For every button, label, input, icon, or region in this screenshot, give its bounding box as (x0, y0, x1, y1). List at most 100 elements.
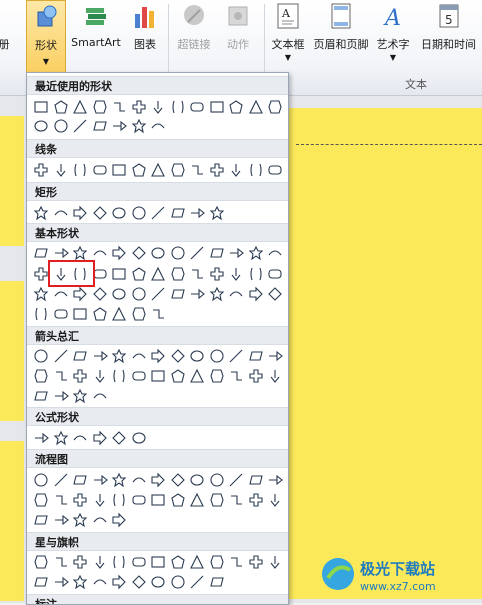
shape-icon[interactable] (52, 98, 70, 116)
shape-icon[interactable] (227, 553, 245, 571)
shape-icon[interactable] (32, 117, 50, 135)
chart-button[interactable]: 图表 (126, 0, 164, 70)
shape-icon[interactable] (52, 347, 70, 365)
shape-icon[interactable] (52, 429, 70, 447)
shape-icon[interactable] (208, 204, 226, 222)
shape-icon[interactable] (130, 204, 148, 222)
shape-icon[interactable] (227, 98, 245, 116)
shape-icon[interactable] (71, 573, 89, 591)
shape-icon[interactable] (52, 305, 70, 323)
shape-icon[interactable] (188, 553, 206, 571)
shape-icon[interactable] (52, 471, 70, 489)
shape-icon[interactable] (110, 285, 128, 303)
shape-icon[interactable] (188, 347, 206, 365)
shape-icon[interactable] (266, 367, 284, 385)
shape-icon[interactable] (247, 161, 265, 179)
shape-icon[interactable] (266, 265, 284, 283)
shape-icon[interactable] (52, 573, 70, 591)
shape-icon[interactable] (130, 553, 148, 571)
shape-icon[interactable] (91, 117, 109, 135)
shape-icon[interactable] (169, 204, 187, 222)
shape-icon[interactable] (110, 117, 128, 135)
shape-icon[interactable] (32, 553, 50, 571)
shape-icon[interactable] (247, 367, 265, 385)
slide-thumbnail[interactable] (0, 441, 24, 601)
shape-icon[interactable] (32, 347, 50, 365)
shape-icon[interactable] (52, 204, 70, 222)
shape-icon[interactable] (32, 367, 50, 385)
shape-icon[interactable] (169, 347, 187, 365)
shape-icon[interactable] (266, 161, 284, 179)
shape-icon[interactable] (130, 305, 148, 323)
shape-icon[interactable] (52, 285, 70, 303)
shape-icon[interactable] (91, 367, 109, 385)
shape-icon[interactable] (149, 265, 167, 283)
shape-icon[interactable] (130, 573, 148, 591)
shape-icon[interactable] (227, 244, 245, 262)
shape-icon[interactable] (188, 161, 206, 179)
shape-icon[interactable] (169, 553, 187, 571)
shape-icon[interactable] (208, 244, 226, 262)
shape-icon[interactable] (32, 471, 50, 489)
shape-icon[interactable] (227, 285, 245, 303)
shape-icon[interactable] (149, 573, 167, 591)
shape-icon[interactable] (208, 161, 226, 179)
shape-icon[interactable] (208, 367, 226, 385)
shape-icon[interactable] (71, 285, 89, 303)
shape-icon[interactable] (110, 553, 128, 571)
shape-icon[interactable] (130, 117, 148, 135)
shape-icon[interactable] (110, 305, 128, 323)
shape-icon[interactable] (188, 244, 206, 262)
slide-thumbnail[interactable] (0, 116, 24, 246)
shape-icon[interactable] (130, 98, 148, 116)
shape-icon[interactable] (52, 511, 70, 529)
shape-icon[interactable] (91, 573, 109, 591)
shape-icon[interactable] (149, 204, 167, 222)
hyperlink-button[interactable]: 超链接 (172, 0, 216, 70)
shape-icon[interactable] (110, 347, 128, 365)
shape-icon[interactable] (149, 305, 167, 323)
shape-icon[interactable] (169, 471, 187, 489)
shape-icon[interactable] (110, 204, 128, 222)
shape-icon[interactable] (149, 367, 167, 385)
shape-icon[interactable] (208, 265, 226, 283)
shape-icon[interactable] (266, 491, 284, 509)
shape-icon[interactable] (32, 491, 50, 509)
shape-icon[interactable] (32, 387, 50, 405)
shape-icon[interactable] (71, 491, 89, 509)
shape-icon[interactable] (91, 305, 109, 323)
textbox-button[interactable]: A 文本框 ▼ (268, 0, 308, 70)
shape-icon[interactable] (71, 367, 89, 385)
shape-icon[interactable] (149, 161, 167, 179)
shape-icon[interactable] (71, 347, 89, 365)
shape-icon[interactable] (130, 161, 148, 179)
shape-icon[interactable] (208, 491, 226, 509)
shape-icon[interactable] (149, 471, 167, 489)
shape-icon[interactable] (52, 367, 70, 385)
shape-icon[interactable] (110, 367, 128, 385)
shape-icon[interactable] (71, 471, 89, 489)
shape-icon[interactable] (266, 347, 284, 365)
shape-icon[interactable] (32, 204, 50, 222)
shape-icon[interactable] (169, 161, 187, 179)
datetime-button[interactable]: 5 日期和时间 (415, 0, 482, 70)
shape-icon[interactable] (110, 98, 128, 116)
shape-icon[interactable] (208, 285, 226, 303)
shape-icon[interactable] (149, 285, 167, 303)
shape-icon[interactable] (32, 98, 50, 116)
shape-icon[interactable] (71, 204, 89, 222)
shape-icon[interactable] (188, 573, 206, 591)
shape-icon[interactable] (52, 117, 70, 135)
shape-icon[interactable] (91, 98, 109, 116)
shape-icon[interactable] (130, 429, 148, 447)
shape-icon[interactable] (169, 491, 187, 509)
shape-icon[interactable] (110, 491, 128, 509)
shape-icon[interactable] (52, 161, 70, 179)
shape-icon[interactable] (149, 98, 167, 116)
shape-icon[interactable] (247, 347, 265, 365)
shape-icon[interactable] (110, 573, 128, 591)
shape-icon[interactable] (247, 491, 265, 509)
action-button[interactable]: 动作 (218, 0, 258, 70)
shape-icon[interactable] (227, 367, 245, 385)
shape-icon[interactable] (130, 265, 148, 283)
